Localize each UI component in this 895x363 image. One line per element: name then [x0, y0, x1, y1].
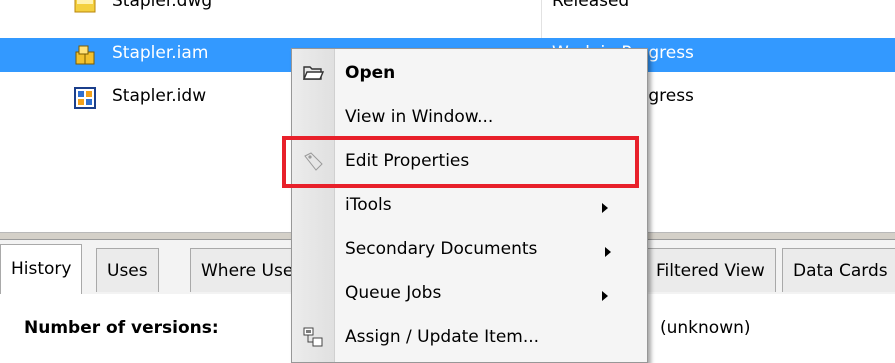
assign-item-icon	[303, 327, 323, 347]
file-state: Released	[552, 0, 630, 11]
menu-item-label: View in Window...	[345, 107, 494, 127]
menu-item-label: Secondary Documents	[345, 239, 538, 259]
file-name: Stapler.idw	[112, 86, 207, 106]
folder-open-icon	[302, 66, 324, 80]
context-menu: Open View in Window... Edit Properties i…	[291, 48, 648, 363]
versions-value: (unknown)	[660, 318, 751, 338]
menu-item-itools[interactable]: iTools	[292, 184, 647, 228]
menu-item-assign-update-item[interactable]: Assign / Update Item...	[292, 316, 647, 360]
tab-filtered-view[interactable]: Filtered View	[645, 248, 776, 292]
drawing-dwg-icon	[74, 0, 96, 13]
assembly-iam-icon	[75, 45, 95, 65]
tab-data-cards[interactable]: Data Cards	[782, 248, 895, 292]
menu-item-label: Open	[345, 63, 396, 83]
menu-item-view-in-window[interactable]: View in Window...	[292, 96, 647, 140]
menu-item-secondary-documents[interactable]: Secondary Documents	[292, 228, 647, 272]
file-name: Stapler.iam	[112, 43, 209, 63]
drawing-idw-icon	[74, 87, 96, 109]
submenu-arrow-icon	[602, 203, 608, 213]
submenu-arrow-icon	[602, 291, 608, 301]
tab-uses[interactable]: Uses	[96, 248, 159, 292]
file-row-stapler-dwg[interactable]: Stapler.dwg Released	[0, 0, 895, 20]
menu-item-label: Assign / Update Item...	[345, 327, 540, 347]
file-name: Stapler.dwg	[112, 0, 213, 11]
menu-item-label: Queue Jobs	[345, 283, 442, 303]
submenu-arrow-icon	[605, 247, 611, 257]
menu-item-queue-jobs[interactable]: Queue Jobs	[292, 272, 647, 316]
menu-item-open[interactable]: Open	[292, 52, 647, 96]
versions-label: Number of versions:	[24, 318, 219, 338]
menu-item-label: iTools	[345, 195, 392, 215]
tab-history[interactable]: History	[0, 244, 83, 294]
highlight-box-edit-properties	[282, 136, 639, 188]
